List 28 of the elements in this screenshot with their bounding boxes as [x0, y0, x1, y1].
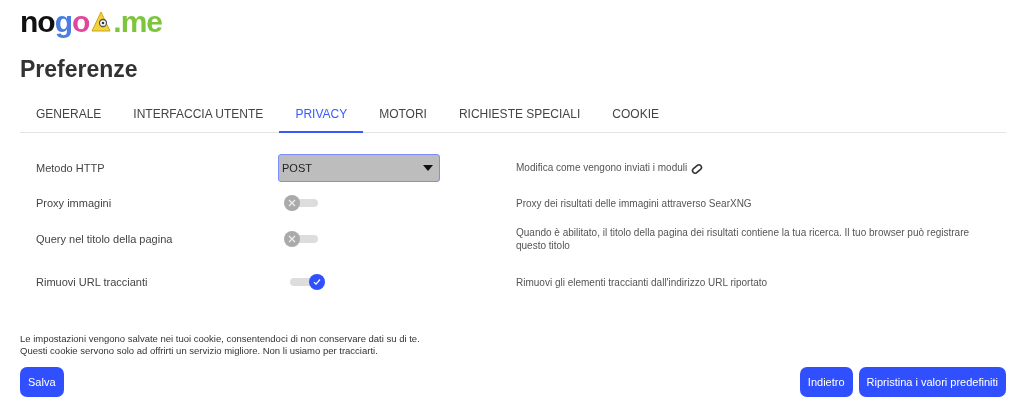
tab[interactable]: RICHIESTE SPECIALI: [442, 99, 597, 133]
close-icon: [288, 199, 296, 207]
setting-label: Metodo HTTP: [35, 162, 106, 174]
setting-label: Query nel titolo della pagina: [35, 233, 174, 245]
tab[interactable]: GENERALE: [20, 99, 118, 133]
logo-text: nogo: [20, 7, 90, 37]
reset-button[interactable]: Ripristina i valori predefiniti: [858, 367, 1006, 397]
select-dropdown[interactable]: POST: [278, 154, 440, 182]
setting-description: Modifica come vengono inviati i moduli: [516, 161, 1006, 175]
setting-description: Proxy dei risultati delle immagini attraverso SearXNG: [516, 196, 753, 210]
tab[interactable]: COOKIE: [596, 99, 675, 133]
tab[interactable]: PRIVACY: [279, 99, 364, 133]
back-button[interactable]: Indietro: [799, 367, 853, 397]
mascot-icon: [89, 10, 114, 34]
close-icon: [288, 235, 296, 243]
notice-text: Questi cookie servono solo ad offrirti un servizio migliore. Non li usiamo per tracciarti.: [20, 345, 379, 357]
setting-label: Rimuovi URL traccianti: [35, 276, 149, 288]
tab[interactable]: INTERFACCIA UTENTE: [117, 99, 280, 133]
tab[interactable]: MOTORI: [363, 99, 443, 133]
logo-suffix: .me: [113, 7, 162, 37]
caret-icon: [423, 165, 433, 171]
save-button[interactable]: Salva: [20, 367, 64, 397]
setting-label: Proxy immagini: [35, 197, 113, 209]
notice-text: Le impostazioni vengono salvate nei tuoi cookie, consentendoci di non conservare dati su di te.: [20, 333, 421, 345]
setting-description: Rimuovi gli elementi traccianti dall'indirizzo URL riportato: [516, 275, 769, 289]
setting-description: Quando è abilitato, il titolo della pagina dei risultati contiene la tua ricerca. Il tuo browser può registrare questo titolo: [516, 226, 971, 252]
page-title: Preferenze: [20, 56, 139, 83]
check-icon: [313, 278, 321, 286]
